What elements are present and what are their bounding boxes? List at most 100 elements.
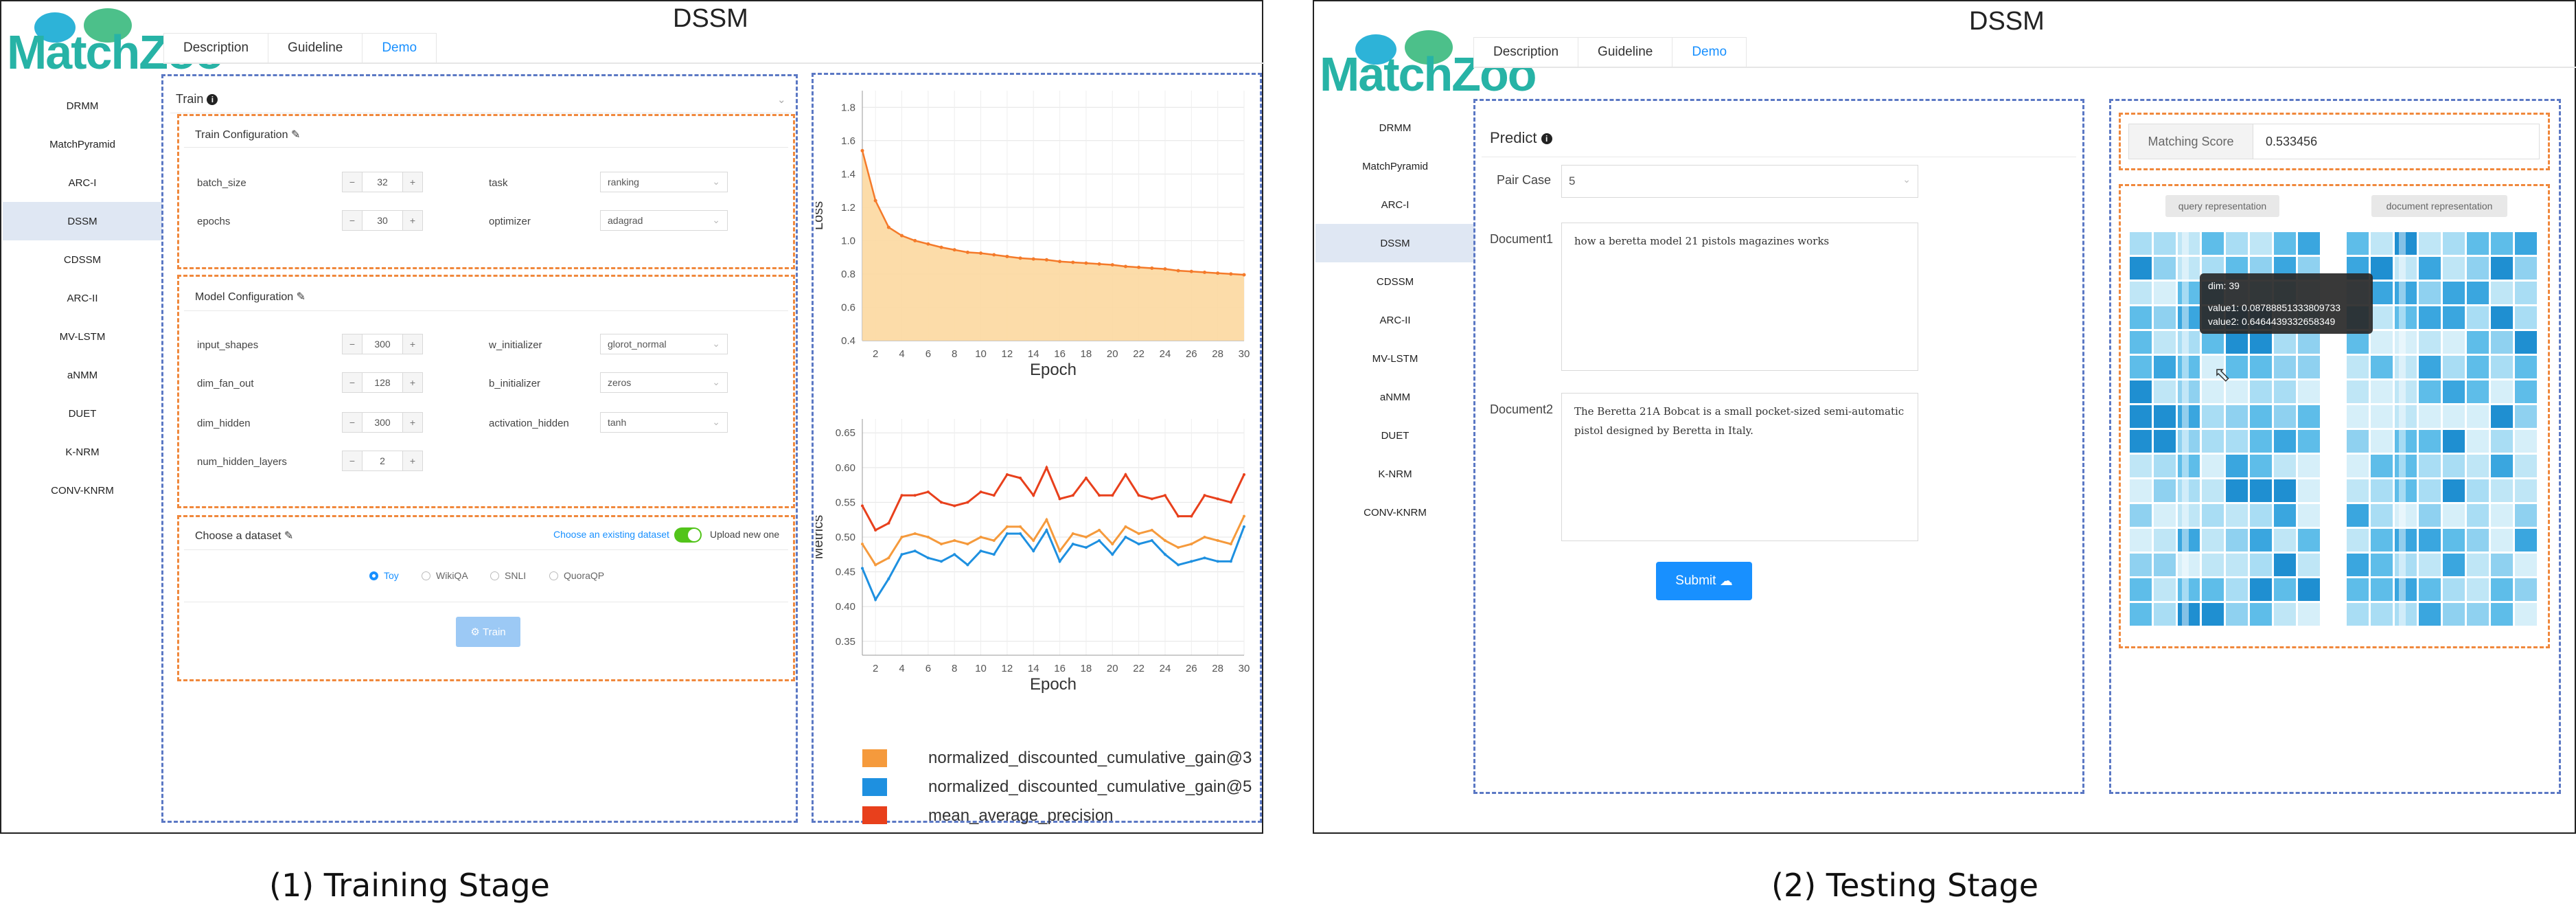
- heatmap-cell: [2347, 430, 2369, 453]
- info-icon[interactable]: i: [207, 94, 218, 106]
- minus-icon[interactable]: −: [343, 211, 362, 230]
- activation-hidden-select[interactable]: tanh ⌄: [600, 412, 728, 433]
- pair-case-select[interactable]: 5 ⌄: [1561, 165, 1918, 198]
- submit-button[interactable]: Submit ☁: [1656, 562, 1752, 600]
- plus-icon[interactable]: +: [403, 172, 422, 192]
- sidebar-item-drmm[interactable]: DRMM: [3, 87, 162, 125]
- sidebar-item-duet[interactable]: DUET: [3, 394, 162, 433]
- tab-demo[interactable]: Demo: [1672, 37, 1747, 67]
- loss-point: [1097, 262, 1101, 266]
- edit-icon[interactable]: ✎: [291, 129, 300, 141]
- optimizer-select[interactable]: adagrad ⌄: [600, 210, 728, 231]
- document2-textarea[interactable]: The Beretta 21A Bobcat is a small pocket…: [1561, 393, 1918, 541]
- stepper-value[interactable]: 128: [362, 373, 403, 392]
- sidebar-item-cdssm[interactable]: CDSSM: [3, 240, 162, 279]
- sidebar-item-anmm[interactable]: aNMM: [3, 356, 162, 394]
- plus-icon[interactable]: +: [403, 373, 422, 392]
- radio-wikiqa[interactable]: WikiQA: [422, 570, 468, 581]
- document-representation-button[interactable]: document representation: [2371, 195, 2507, 217]
- heatmap-cell: [2515, 554, 2537, 576]
- series-point: [900, 536, 904, 538]
- plus-icon[interactable]: +: [403, 451, 422, 470]
- train-button[interactable]: ⚙ Train: [456, 617, 520, 647]
- stepper-value[interactable]: 300: [362, 334, 403, 354]
- y-tick-label: 0.6: [841, 302, 855, 313]
- existing-dataset-link[interactable]: Choose an existing dataset: [553, 529, 669, 540]
- sidebar-item-arc-i[interactable]: ARC-I: [1315, 185, 1475, 224]
- plus-icon[interactable]: +: [403, 211, 422, 230]
- sidebar-item-mv-lstm[interactable]: MV-LSTM: [3, 317, 162, 356]
- stepper-value[interactable]: 30: [362, 211, 403, 230]
- x-tick-label: 10: [975, 663, 987, 674]
- w-initializer-select[interactable]: glorot_normal ⌄: [600, 334, 728, 354]
- heatmap-cell: [2371, 455, 2393, 477]
- stepper-value[interactable]: 32: [362, 172, 403, 192]
- plus-icon[interactable]: +: [403, 413, 422, 432]
- sidebar-item-duet[interactable]: DUET: [1315, 416, 1475, 455]
- tab-guideline[interactable]: Guideline: [1578, 37, 1673, 67]
- heatmap-cell: [2515, 479, 2537, 502]
- sidebar-item-conv-knrm[interactable]: CONV-KNRM: [3, 471, 162, 510]
- radio-quoraqp[interactable]: QuoraQP: [549, 570, 604, 581]
- upload-toggle[interactable]: [674, 527, 702, 543]
- dim-hidden-stepper[interactable]: −300 +: [342, 412, 423, 433]
- minus-icon[interactable]: −: [343, 373, 362, 392]
- series-point: [966, 563, 969, 567]
- epochs-stepper[interactable]: −30 +: [342, 210, 423, 231]
- series-point: [966, 543, 969, 546]
- sidebar-item-conv-knrm[interactable]: CONV-KNRM: [1315, 493, 1475, 532]
- query-representation-button[interactable]: query representation: [2165, 195, 2279, 217]
- plus-icon[interactable]: +: [403, 334, 422, 354]
- sidebar-item-arc-i[interactable]: ARC-I: [3, 163, 162, 202]
- sidebar-item-cdssm[interactable]: CDSSM: [1315, 262, 1475, 301]
- heatmap-cell: [2347, 578, 2369, 601]
- heatmap-cell: [2467, 232, 2489, 255]
- input-shapes-stepper[interactable]: −300 +: [342, 334, 423, 354]
- legend-ndcg3: normalized_discounted_cumulative_gain@3: [862, 749, 1252, 768]
- b-initializer-select[interactable]: zeros ⌄: [600, 372, 728, 393]
- num-hidden-layers-stepper[interactable]: −2 +: [342, 451, 423, 471]
- sidebar-item-mv-lstm[interactable]: MV-LSTM: [1315, 339, 1475, 378]
- minus-icon[interactable]: −: [343, 451, 362, 470]
- document-heatmap[interactable]: [2347, 232, 2539, 628]
- dim-fan-out-stepper[interactable]: −128 +: [342, 372, 423, 393]
- loss-point: [873, 198, 877, 203]
- heatmap-cell: [2443, 479, 2465, 502]
- sidebar-item-arc-ii[interactable]: ARC-II: [1315, 301, 1475, 339]
- sidebar-item-k-nrm[interactable]: K-NRM: [3, 433, 162, 471]
- tab-description[interactable]: Description: [163, 33, 269, 62]
- heatmap-cell: [2491, 603, 2513, 626]
- minus-icon[interactable]: −: [343, 413, 362, 432]
- sidebar-item-dssm[interactable]: DSSM: [1315, 224, 1475, 262]
- sidebar-item-matchpyramid[interactable]: MatchPyramid: [3, 125, 162, 163]
- stepper-value[interactable]: 2: [362, 451, 403, 470]
- series-point: [887, 577, 890, 580]
- chevron-up-icon[interactable]: ⌄: [777, 93, 786, 106]
- tab-demo[interactable]: Demo: [362, 33, 437, 62]
- sidebar-item-k-nrm[interactable]: K-NRM: [1315, 455, 1475, 493]
- minus-icon[interactable]: −: [343, 334, 362, 354]
- sidebar-item-drmm[interactable]: DRMM: [1315, 109, 1475, 147]
- x-tick-label: 4: [899, 348, 904, 360]
- radio-toy[interactable]: Toy: [369, 570, 399, 581]
- batch-size-stepper[interactable]: −32 +: [342, 172, 423, 192]
- task-select[interactable]: ranking ⌄: [600, 172, 728, 192]
- sidebar-item-dssm[interactable]: DSSM: [3, 202, 162, 240]
- stepper-value[interactable]: 300: [362, 413, 403, 432]
- sidebar-item-matchpyramid[interactable]: MatchPyramid: [1315, 147, 1475, 185]
- tab-description[interactable]: Description: [1473, 37, 1579, 67]
- tab-guideline[interactable]: Guideline: [268, 33, 363, 62]
- radio-snli[interactable]: SNLI: [490, 570, 526, 581]
- y-tick-label: 0.4: [841, 335, 855, 347]
- info-icon[interactable]: i: [1541, 133, 1552, 145]
- sidebar-item-arc-ii[interactable]: ARC-II: [3, 279, 162, 317]
- document1-textarea[interactable]: how a beretta model 21 pistols magazines…: [1561, 223, 1918, 371]
- edit-icon[interactable]: ✎: [284, 530, 293, 542]
- edit-icon[interactable]: ✎: [297, 291, 306, 303]
- minus-icon[interactable]: −: [343, 172, 362, 192]
- sidebar-item-anmm[interactable]: aNMM: [1315, 378, 1475, 416]
- matching-score-value: 0.533456: [2253, 124, 2540, 159]
- x-tick-label: 18: [1081, 348, 1092, 360]
- loss-point: [965, 250, 969, 254]
- heatmap-cell: [2298, 455, 2320, 477]
